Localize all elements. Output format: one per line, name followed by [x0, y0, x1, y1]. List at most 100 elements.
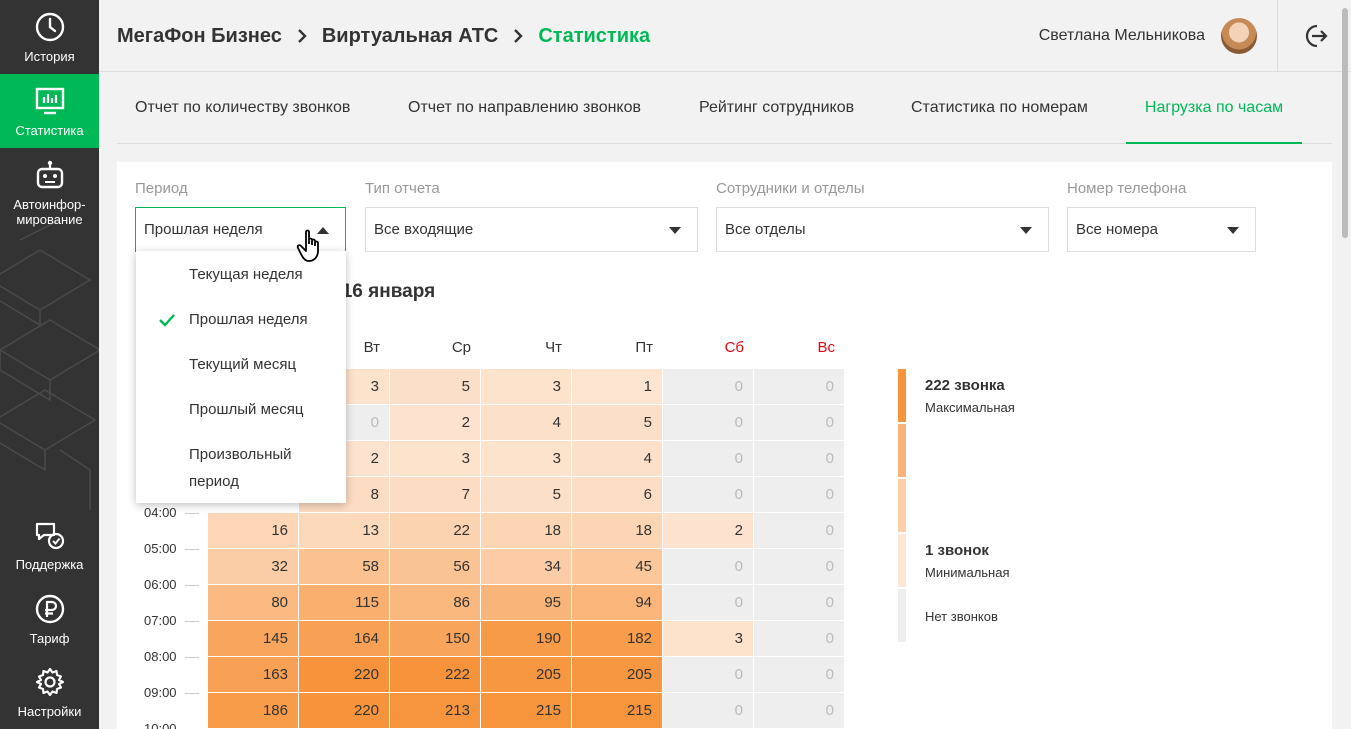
report-tabs: Отчет по количеству звонков Отчет по нап…: [117, 72, 1332, 144]
tab-calls-count[interactable]: Отчет по количеству звонков: [135, 72, 350, 144]
day-header: Сб: [724, 339, 744, 356]
staff-label: Сотрудники и отделы: [716, 180, 865, 197]
period-option-current-month[interactable]: Текущий месяц: [189, 351, 339, 378]
period-option-custom[interactable]: Произвольный период: [189, 441, 319, 495]
heatmap-cell: 0: [663, 477, 753, 512]
heatmap-cell: 205: [572, 657, 662, 692]
hour-label: 04:00: [144, 505, 177, 520]
logout-button[interactable]: [1277, 0, 1351, 72]
heatmap-cell: 3: [390, 441, 480, 476]
sidebar-item-autoinform[interactable]: Автоинфор-мирование: [0, 148, 99, 238]
hour-tick: [185, 693, 199, 694]
tab-calls-direction[interactable]: Отчет по направлению звонков: [408, 72, 641, 144]
sidebar-item-label: Поддержка: [15, 556, 84, 572]
ruble-icon: [35, 594, 64, 623]
logout-icon: [1305, 24, 1328, 48]
phone-select[interactable]: Все номера: [1067, 207, 1256, 252]
heatmap-cell: 205: [481, 657, 571, 692]
chart-icon: [35, 87, 64, 114]
hour-tick: [185, 513, 199, 514]
legend-max-value: 222 звонка: [925, 377, 1005, 394]
breadcrumb-home[interactable]: МегаФон Бизнес: [117, 25, 282, 48]
heatmap-cell: 58: [299, 549, 389, 584]
heatmap-cell: 164: [299, 621, 389, 656]
heatmap-cell: 2: [390, 405, 480, 440]
heatmap-cell: 0: [663, 657, 753, 692]
heatmap-cell: 115: [299, 585, 389, 620]
staff-select-value: Все отделы: [725, 221, 806, 238]
heatmap-cell: 0: [754, 693, 844, 728]
heatmap-cell: 4: [481, 405, 571, 440]
heatmap-cell: 95: [481, 585, 571, 620]
avatar[interactable]: [1221, 18, 1257, 54]
breadcrumb-vats[interactable]: Виртуальная АТС: [322, 25, 499, 48]
heatmap-cell: 0: [754, 621, 844, 656]
page-scrollbar[interactable]: [1342, 8, 1348, 238]
tab-hourly-load[interactable]: Нагрузка по часам: [1126, 72, 1302, 144]
caret-down-icon: [1020, 227, 1032, 234]
heatmap-cell: 0: [754, 369, 844, 404]
breadcrumb-current: Статистика: [538, 24, 651, 47]
heatmap-cell: 145: [208, 621, 298, 656]
clock-icon: [35, 12, 64, 41]
legend-none-label: Нет звонков: [925, 609, 998, 624]
hour-label: 09:00: [144, 685, 177, 700]
sidebar-item-support[interactable]: Поддержка: [0, 508, 99, 582]
period-option-current-week[interactable]: Текущая неделя: [189, 261, 339, 288]
heatmap-cell: 0: [663, 405, 753, 440]
heatmap-cell: 18: [481, 513, 571, 548]
heatmap-cell: 6: [572, 477, 662, 512]
sidebar-item-history[interactable]: История: [0, 0, 99, 74]
heatmap-cell: 190: [481, 621, 571, 656]
heatmap-cell: 220: [299, 693, 389, 728]
heatmap-cell: 215: [572, 693, 662, 728]
heatmap-cell: 56: [390, 549, 480, 584]
heatmap-cell: 0: [754, 585, 844, 620]
sidebar-item-tariff[interactable]: Тариф: [0, 582, 99, 656]
heatmap-cell: 5: [572, 405, 662, 440]
day-header: Пт: [635, 339, 653, 356]
heatmap-cell: 32: [208, 549, 298, 584]
legend-segment: [898, 589, 906, 642]
sidebar-item-settings[interactable]: Настройки: [0, 655, 99, 729]
heatmap-cell: 0: [754, 657, 844, 692]
period-select-value: Прошлая неделя: [144, 221, 263, 238]
user-info[interactable]: Светлана Мельникова: [1039, 0, 1257, 72]
tab-number-stats[interactable]: Статистика по номерам: [911, 72, 1088, 144]
heatmap-cell: 86: [390, 585, 480, 620]
robot-icon: [36, 160, 63, 189]
heatmap-cell: 45: [572, 549, 662, 584]
hour-label: 10:00: [144, 721, 177, 729]
staff-select[interactable]: Все отделы: [716, 207, 1049, 252]
heatmap-cell: 150: [390, 621, 480, 656]
hour-tick: [185, 585, 199, 586]
legend-max-label: Максимальная: [925, 400, 1015, 415]
legend-segment: [898, 479, 906, 532]
heatmap-cell: 0: [754, 405, 844, 440]
day-header: Ср: [451, 339, 471, 356]
hour-label: 06:00: [144, 577, 177, 592]
period-dropdown: Текущая неделя Прошлая неделя Текущий ме…: [136, 251, 346, 503]
breadcrumb: МегаФон Бизнес Виртуальная АТС Статистик…: [117, 0, 650, 72]
period-option-last-week[interactable]: Прошлая неделя: [189, 306, 339, 333]
hour-label: 05:00: [144, 541, 177, 556]
sidebar-item-statistics[interactable]: Статистика: [0, 74, 99, 148]
header: МегаФон Бизнес Виртуальная АТС Статистик…: [99, 0, 1351, 72]
phone-select-value: Все номера: [1076, 221, 1158, 238]
heatmap-cell: 0: [754, 441, 844, 476]
heatmap-cell: 0: [754, 513, 844, 548]
heatmap-cell: 13: [299, 513, 389, 548]
hand-cursor-icon: [296, 229, 319, 262]
heatmap-cell: 0: [754, 477, 844, 512]
heatmap-cell: 163: [208, 657, 298, 692]
heatmap-cell: 3: [481, 441, 571, 476]
heatmap-cell: 34: [481, 549, 571, 584]
heatmap-cell: 94: [572, 585, 662, 620]
legend-segment: [898, 424, 906, 477]
heatmap-cell: 0: [663, 585, 753, 620]
heatmap-cell: 0: [663, 693, 753, 728]
period-option-last-month[interactable]: Прошлый месяц: [189, 396, 339, 423]
heatmap-cell: 4: [572, 441, 662, 476]
report-type-select[interactable]: Все входящие: [365, 207, 698, 252]
tab-staff-rating[interactable]: Рейтинг сотрудников: [699, 72, 854, 144]
